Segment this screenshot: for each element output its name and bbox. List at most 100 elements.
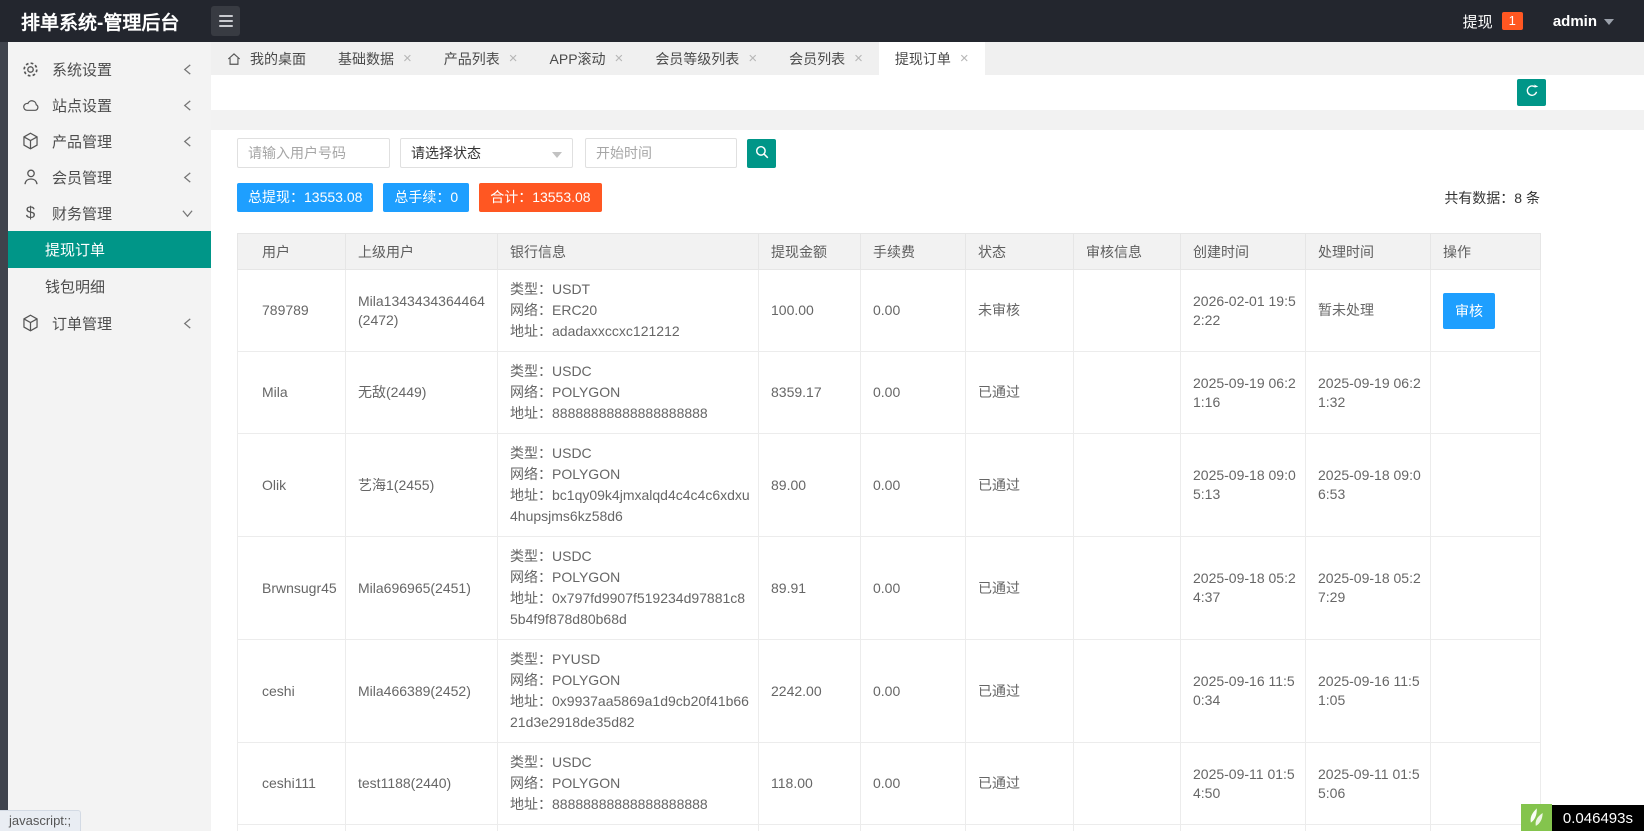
stats-bar: 总提现：13553.08 总手续：0 合计：13553.08 共有数据：8 条: [237, 183, 1618, 212]
cell-bank-info: 类型：USDT 网络：ERC20 地址：adadaxxccxc121212: [497, 269, 759, 352]
record-count: 共有数据：8 条: [1444, 189, 1540, 206]
filter-bar: 请选择状态: [237, 138, 1644, 168]
cell-parent-user: 艺海1(2455): [345, 433, 498, 537]
cell-action: [1430, 433, 1541, 537]
user-menu[interactable]: admin: [1553, 13, 1614, 30]
cell-bank-info: 类型：USDC 网络：POLYGON 地址：88888888888888888888: [497, 351, 759, 434]
chevron-left-icon: [179, 97, 195, 113]
col-parent-user: 上级用户: [345, 233, 498, 270]
tab-member-level-list[interactable]: 会员等级列表: [639, 42, 773, 75]
status-select[interactable]: 请选择状态: [400, 138, 573, 168]
admin-app: 排单系统-管理后台 提现 1 admin 系统设置 站点设置 产品管理 会员管理…: [0, 0, 1644, 831]
cell-parent-user: test1188(2440): [345, 742, 498, 825]
refresh-icon: [1524, 83, 1540, 102]
cell-parent-user: Mila1343434364464(2472): [345, 269, 498, 352]
close-icon[interactable]: [748, 51, 757, 66]
sidebar-item-withdraw-orders[interactable]: 提现订单: [8, 231, 211, 268]
sidebar-item-product-management[interactable]: 产品管理: [8, 123, 211, 159]
cell-fee: [860, 824, 966, 831]
cell-fee: 0.00: [860, 433, 966, 537]
user-number-input[interactable]: [237, 138, 390, 168]
cell-user: Brwnsugr45: [237, 536, 346, 640]
sidebar-item-member-management[interactable]: 会员管理: [8, 159, 211, 195]
chevron-down-icon: [179, 205, 195, 221]
refresh-button[interactable]: [1517, 79, 1546, 106]
link-status-hint: javascript:;: [0, 810, 82, 831]
close-icon[interactable]: [615, 51, 624, 66]
close-icon[interactable]: [960, 51, 969, 66]
table-row: 类型：: [237, 824, 1541, 831]
performance-widget: 0.046493s: [1520, 804, 1644, 831]
table-header-row: 用户 上级用户 银行信息 提现金额 手续费 状态 审核信息 创建时间 处理时间 …: [237, 233, 1541, 270]
sidebar-item-wallet-details[interactable]: 钱包明细: [8, 268, 211, 305]
cell-created-time: 2025-09-19 06:21:16: [1180, 351, 1306, 434]
sidebar-item-site-settings[interactable]: 站点设置: [8, 87, 211, 123]
cell-audit-info: [1073, 269, 1181, 352]
bank-address: 地址：0x797fd9907f519234d97881c85b4f9f878d8…: [510, 590, 746, 627]
chevron-down-icon: [552, 152, 562, 163]
sidebar: 系统设置 站点设置 产品管理 会员管理 $ 财务管理 提现订单 钱包明细 订单管…: [0, 42, 211, 831]
tab-app-scroll[interactable]: APP滚动: [534, 42, 640, 75]
cell-action: [1430, 536, 1541, 640]
tab-member-list[interactable]: 会员列表: [773, 42, 879, 75]
cell-user: Olik: [237, 433, 346, 537]
cell-bank-info: 类型：PYUSD 网络：POLYGON 地址：0x9937aa5869a1d9cb2…: [497, 639, 759, 743]
sidebar-item-system-settings[interactable]: 系统设置: [8, 51, 211, 87]
cube-icon: [21, 132, 40, 151]
cell-user: ceshi111: [237, 742, 346, 825]
gear-icon: [21, 60, 40, 79]
cell-status: 已通过: [965, 536, 1074, 640]
render-time-badge: 0.046493s: [1551, 805, 1644, 831]
cell-action: [1430, 351, 1541, 434]
cell-fee: 0.00: [860, 269, 966, 352]
bank-type: 类型：PYUSD: [510, 651, 601, 667]
cell-audit-info: [1073, 536, 1181, 640]
sidebar-item-finance-management[interactable]: 财务管理: [8, 195, 211, 231]
col-amount: 提现金额: [758, 233, 861, 270]
table-row: ceshi111 test1188(2440) 类型：USDC 网络：POLYGON 地…: [237, 742, 1541, 825]
finance-submenu: 提现订单 钱包明细: [8, 231, 211, 305]
close-icon[interactable]: [509, 51, 518, 66]
search-button[interactable]: [747, 138, 776, 168]
cell-audit-info: [1073, 824, 1181, 831]
tab-my-desktop[interactable]: 我的桌面: [211, 42, 322, 75]
cell-status: [965, 824, 1074, 831]
cell-amount: 89.00: [758, 433, 861, 537]
close-icon[interactable]: [403, 51, 412, 66]
table-row: 789789 Mila1343434364464(2472) 类型：USDT 网络：E…: [237, 269, 1541, 352]
bank-address: 地址：bc1qy09k4jmxalqd4c4c4c6xdxu4hupsjms6k…: [510, 487, 750, 524]
cell-processed-time: 2025-09-11 01:55:06: [1305, 742, 1431, 825]
sidebar-item-order-management[interactable]: 订单管理: [8, 305, 211, 341]
withdraw-notice[interactable]: 提现 1: [1463, 11, 1523, 32]
audit-button[interactable]: 审核: [1443, 292, 1495, 329]
cell-parent-user: Mila696965(2451): [345, 536, 498, 640]
chevron-left-icon: [179, 133, 195, 149]
tab-withdraw-orders[interactable]: 提现订单: [878, 42, 985, 75]
tab-product-list[interactable]: 产品列表: [428, 42, 534, 75]
tab-basic-data[interactable]: 基础数据: [322, 42, 428, 75]
bank-address: 地址：adadaxxccxc121212: [510, 323, 680, 339]
table-body: 789789 Mila1343434364464(2472) 类型：USDT 网络：E…: [237, 269, 1541, 831]
dollar-icon: [21, 204, 40, 223]
cell-processed-time: 2025-09-18 09:06:53: [1305, 433, 1431, 537]
cell-amount: [758, 824, 861, 831]
user-icon: [21, 168, 40, 187]
bank-type: 类型：USDT: [510, 281, 591, 297]
cell-action: 审核: [1430, 269, 1541, 352]
bank-address: 地址：88888888888888888888: [510, 796, 708, 812]
bank-type: 类型：USDC: [510, 445, 592, 461]
total-withdraw-badge: 总提现：13553.08: [237, 183, 374, 212]
username: admin: [1552, 12, 1597, 30]
cell-audit-info: [1073, 351, 1181, 434]
cell-processed-time: 2025-09-18 05:27:29: [1305, 536, 1431, 640]
cell-parent-user: [345, 824, 498, 831]
bank-type: 类型：USDC: [510, 548, 592, 564]
page-toolbar: [211, 75, 1644, 110]
sidebar-toggle-button[interactable]: [211, 6, 240, 36]
start-time-input[interactable]: [585, 138, 737, 168]
close-icon[interactable]: [854, 51, 863, 66]
total-sum-badge: 合计：13553.08: [479, 183, 602, 212]
sidebar-nav: 系统设置 站点设置 产品管理 会员管理 $ 财务管理 提现订单 钱包明细 订单管…: [8, 42, 211, 341]
content-panel: 请选择状态 总提现：13553.08 总手续：0 合计：13553.08 共有数…: [211, 130, 1644, 831]
cell-created-time: 2025-09-18 05:24:37: [1180, 536, 1306, 640]
